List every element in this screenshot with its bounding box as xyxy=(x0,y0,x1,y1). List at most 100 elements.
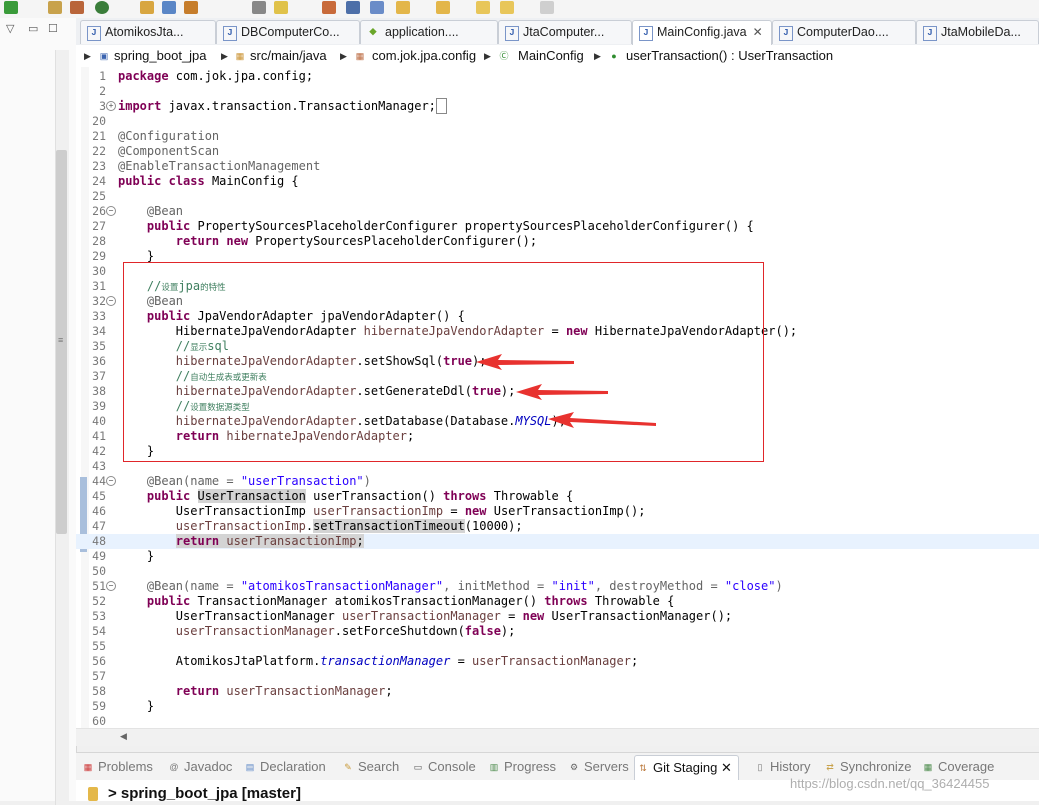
tab-javadoc[interactable]: @ Javadoc xyxy=(166,755,232,779)
forward-disabled-icon xyxy=(540,1,554,14)
tab-git-staging[interactable]: ⇅ Git Staging ✕ xyxy=(634,755,739,780)
folded-imports-marker[interactable] xyxy=(435,98,448,114)
code-line-30: 30 xyxy=(92,264,106,278)
toolbar-icon-b[interactable] xyxy=(322,1,336,14)
chevron-right-icon: ▶ xyxy=(84,51,91,61)
toolbar-icon-d[interactable] xyxy=(370,1,384,14)
history-icon: ▯ xyxy=(757,762,763,772)
code-line-48-current: 48 return userTransactionImp; xyxy=(76,534,1039,549)
java-file-icon: J xyxy=(639,26,653,41)
new-class-icon[interactable] xyxy=(70,1,84,14)
code-line-38: 38 hibernateJpaVendorAdapter.setGenerate… xyxy=(92,384,516,398)
breadcrumb-class[interactable]: MainConfig xyxy=(518,45,584,67)
source-folder-icon: ▦ xyxy=(235,51,245,61)
code-line-58: 58 return userTransactionManager; xyxy=(92,684,393,698)
breadcrumb-member[interactable]: userTransaction() : UserTransaction xyxy=(626,45,833,67)
new-package-icon[interactable] xyxy=(48,1,62,14)
scroll-left-icon[interactable]: ◀ xyxy=(120,731,127,742)
properties-file-icon: ◆ xyxy=(369,27,377,37)
declaration-icon: ▤ xyxy=(245,762,255,772)
code-line-57: 57 xyxy=(92,669,106,683)
close-tab-icon[interactable]: ✕ xyxy=(753,25,763,39)
tab-computerdao[interactable]: J ComputerDao.... xyxy=(772,20,916,44)
tab-label: DBComputerCo... xyxy=(241,25,340,39)
code-line-60: 60 xyxy=(92,714,106,728)
java-file-icon: J xyxy=(779,26,793,41)
tab-console[interactable]: ▭ Console xyxy=(410,755,476,779)
code-line-40: 40 hibernateJpaVendorAdapter.setDatabase… xyxy=(92,414,566,428)
code-line-42: 42 } xyxy=(92,444,155,458)
search-toolbar-icon[interactable] xyxy=(162,1,176,14)
close-tab-icon[interactable]: ✕ xyxy=(721,760,732,775)
chevron-right-icon: ▶ xyxy=(340,51,347,61)
run-icon[interactable] xyxy=(4,1,18,14)
tab-search[interactable]: ✎ Search xyxy=(340,755,399,779)
editor-horizontal-scrollbar[interactable]: ◀ xyxy=(76,728,1039,746)
repository-label[interactable]: > spring_boot_jpa [master] xyxy=(108,785,301,802)
code-line-34: 34 HibernateJpaVendorAdapter hibernateJp… xyxy=(92,324,798,338)
fold-collapse-icon[interactable]: − xyxy=(106,476,116,486)
code-line-27: 27 public PropertySourcesPlaceholderConf… xyxy=(92,219,754,233)
breadcrumb-source-folder[interactable]: src/main/java xyxy=(250,45,327,67)
problems-icon: ▦ xyxy=(83,762,93,772)
code-line-2: 2 xyxy=(99,84,106,98)
next-annotation-icon[interactable] xyxy=(396,1,410,14)
tab-application-properties[interactable]: ◆ application.... xyxy=(360,20,498,44)
prev-annotation-icon[interactable] xyxy=(436,1,450,14)
tab-label: AtomikosJta... xyxy=(105,25,184,39)
tab-servers[interactable]: ⚙ Servers xyxy=(566,755,629,779)
tab-problems[interactable]: ▦ Problems xyxy=(80,755,153,779)
tab-dbcomputerco[interactable]: J DBComputerCo... xyxy=(216,20,360,44)
console-icon: ▭ xyxy=(413,762,423,772)
code-line-47: 47 userTransactionImp.setTransactionTime… xyxy=(92,519,523,533)
fold-collapse-icon[interactable]: − xyxy=(106,206,116,216)
package-icon: ▦ xyxy=(355,51,365,61)
forward-icon[interactable] xyxy=(500,1,514,14)
coverage-icon: ▦ xyxy=(923,762,933,772)
java-file-icon: J xyxy=(87,26,101,41)
tab-jtacomputer[interactable]: J JtaComputer... xyxy=(498,20,632,44)
open-folder-icon[interactable] xyxy=(140,1,154,14)
maximize-icon[interactable]: ☐ xyxy=(48,23,58,35)
watermark: https://blog.csdn.net/qq_36424455 xyxy=(790,776,990,791)
synchronize-icon: ⇄ xyxy=(826,762,834,772)
tab-atomikosjta[interactable]: J AtomikosJta... xyxy=(80,20,216,44)
toggle-mark-icon[interactable] xyxy=(252,1,266,14)
minimize-icon[interactable]: ▭ xyxy=(28,23,38,35)
servers-icon: ⚙ xyxy=(569,762,579,772)
tab-mainconfig[interactable]: J MainConfig.java ✕ xyxy=(632,20,772,46)
code-line-31: 31 //设置jpa的特性 xyxy=(92,279,226,293)
project-icon: ▣ xyxy=(99,51,109,61)
open-type-icon[interactable] xyxy=(95,1,109,14)
code-editor[interactable]: 1 package com.jok.jpa.config; 2 3 + import … xyxy=(76,67,1039,728)
main-toolbar xyxy=(0,0,1039,18)
code-line-35: 35 //显示sql xyxy=(92,339,229,353)
breadcrumb-project[interactable]: spring_boot_jpa xyxy=(114,45,207,67)
code-line-28: 28 return new PropertySourcesPlaceholder… xyxy=(92,234,538,248)
back-icon[interactable] xyxy=(476,1,490,14)
fold-collapse-icon[interactable]: − xyxy=(106,296,116,306)
chevron-right-icon: ▶ xyxy=(484,51,491,61)
tab-declaration[interactable]: ▤ Declaration xyxy=(242,755,326,779)
breadcrumb-package[interactable]: com.jok.jpa.config xyxy=(372,45,476,67)
code-line-29: 29 } xyxy=(92,249,155,263)
toolbar-icon-a[interactable] xyxy=(184,1,198,14)
toolbar-icon-c[interactable] xyxy=(346,1,360,14)
tab-label: JtaComputer... xyxy=(523,25,605,39)
fold-collapse-icon[interactable]: − xyxy=(106,581,116,591)
view-menu-icon[interactable]: ▽ xyxy=(6,23,14,35)
code-line-41: 41 return hibernateJpaVendorAdapter; xyxy=(92,429,415,443)
highlight-icon[interactable] xyxy=(274,1,288,14)
tab-jtamobileda[interactable]: J JtaMobileDa... xyxy=(916,20,1039,44)
code-line-25: 25 xyxy=(92,189,106,203)
scroll-grip-icon: ≡ xyxy=(58,335,64,345)
tab-progress[interactable]: ▥ Progress xyxy=(486,755,556,779)
code-line-3: 3 + import javax.transaction.TransactionMa… xyxy=(76,98,1039,114)
chevron-right-icon: ▶ xyxy=(221,51,228,61)
fold-expand-icon[interactable]: + xyxy=(106,101,116,111)
package-explorer-minimized: ▽ ▭ ☐ ≡ xyxy=(0,18,77,805)
code-line-1: 1 package com.jok.jpa.config; xyxy=(99,69,314,83)
javadoc-icon: @ xyxy=(169,762,179,772)
method-icon: ● xyxy=(611,51,617,61)
code-line-23: 23 @EnableTransactionManagement xyxy=(92,159,321,173)
